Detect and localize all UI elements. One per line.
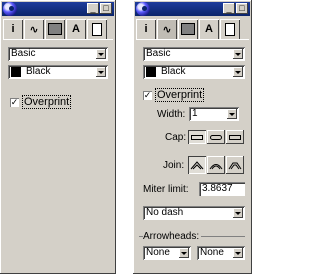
tab-stroke[interactable]: ∿: [157, 19, 177, 39]
tab-divider: [136, 39, 249, 40]
chevron-down-icon[interactable]: [233, 67, 243, 77]
stroke-icon: ∿: [29, 23, 39, 36]
cap-buttons: [188, 130, 244, 144]
tab-text[interactable]: A: [199, 19, 219, 39]
text-icon: A: [72, 23, 80, 35]
round-cap-button[interactable]: [207, 130, 225, 144]
overprint-checkbox[interactable]: ✓: [10, 97, 19, 107]
document-icon: [225, 22, 235, 36]
title-bar[interactable]: _ □: [135, 2, 250, 16]
miter-join-icon: [190, 161, 204, 170]
tab-text[interactable]: A: [66, 19, 86, 39]
bevel-join-icon: [228, 162, 242, 170]
tab-document[interactable]: [220, 19, 240, 39]
join-label: Join:: [163, 160, 185, 171]
chevron-down-icon[interactable]: [227, 109, 237, 119]
miter-limit-field[interactable]: 3.8637: [199, 182, 245, 196]
overprint-option[interactable]: ✓ Overprint: [10, 95, 72, 109]
arrow-start-value: None: [146, 247, 170, 258]
color-dropdown[interactable]: Black: [143, 65, 245, 79]
dash-value: No dash: [146, 207, 184, 218]
inspector-panel-left: _ □ i ∿ A Basic Black ✓ Overprint: [0, 0, 116, 274]
minimize-button[interactable]: _: [223, 3, 235, 14]
chevron-down-icon[interactable]: [96, 49, 106, 59]
color-swatch: [11, 67, 21, 77]
chevron-down-icon[interactable]: [233, 248, 243, 258]
color-dropdown[interactable]: Black: [8, 65, 108, 79]
fill-icon: [48, 23, 62, 35]
color-value: Black: [161, 66, 186, 77]
document-icon: [92, 22, 102, 36]
tab-bar: i ∿ A: [3, 19, 108, 39]
info-icon: i: [11, 23, 15, 35]
color-swatch: [146, 67, 156, 77]
title-bar[interactable]: _ □: [2, 2, 114, 16]
tab-bar: i ∿ A: [136, 19, 241, 39]
cap-label: Cap:: [165, 132, 187, 143]
preset-dropdown[interactable]: Basic: [143, 47, 245, 61]
overprint-option[interactable]: ✓ Overprint: [143, 88, 205, 102]
miter-join-button[interactable]: [188, 156, 206, 174]
tab-object-info[interactable]: i: [136, 19, 156, 39]
tab-document[interactable]: [87, 19, 107, 39]
arrowheads-label: Arrowheads:: [143, 231, 202, 242]
width-dropdown[interactable]: 1: [189, 107, 239, 121]
join-buttons: [188, 156, 244, 174]
chevron-down-icon[interactable]: [96, 67, 106, 77]
miter-limit-label: Miter limit:: [143, 184, 189, 195]
width-label: Width:: [157, 109, 186, 120]
minimize-button[interactable]: _: [87, 3, 99, 14]
maximize-button[interactable]: □: [236, 3, 248, 14]
overprint-checkbox[interactable]: ✓: [143, 90, 152, 100]
text-icon: A: [205, 23, 213, 35]
round-join-button[interactable]: [207, 156, 225, 174]
width-value: 1: [192, 108, 198, 119]
tab-object-info[interactable]: i: [3, 19, 23, 39]
butt-cap-icon: [191, 134, 203, 140]
fill-icon: [181, 23, 195, 35]
preset-value: Basic: [11, 48, 36, 59]
dash-dropdown[interactable]: No dash: [143, 206, 245, 220]
tab-stroke[interactable]: ∿: [24, 19, 44, 39]
maximize-button[interactable]: □: [100, 3, 112, 14]
tab-fill[interactable]: [45, 19, 65, 39]
round-join-icon: [209, 164, 223, 170]
stroke-icon: ∿: [162, 23, 172, 36]
square-cap-icon: [229, 134, 241, 140]
globe-icon[interactable]: [136, 2, 150, 16]
square-cap-button[interactable]: [226, 130, 244, 144]
preset-value: Basic: [146, 48, 171, 59]
bevel-join-button[interactable]: [226, 156, 244, 174]
chevron-down-icon[interactable]: [179, 248, 189, 258]
tab-fill[interactable]: [178, 19, 198, 39]
tab-divider: [3, 39, 113, 40]
overprint-label: Overprint: [154, 88, 205, 102]
preset-dropdown[interactable]: Basic: [8, 47, 108, 61]
info-icon: i: [144, 23, 148, 35]
chevron-down-icon[interactable]: [233, 208, 243, 218]
arrow-end-dropdown[interactable]: None: [197, 246, 245, 260]
inspector-panel-right: _ □ i ∿ A Basic Black ✓ Overprint Width:…: [133, 0, 252, 274]
chevron-down-icon[interactable]: [233, 49, 243, 59]
arrow-start-dropdown[interactable]: None: [143, 246, 191, 260]
color-value: Black: [26, 66, 51, 77]
overprint-label: Overprint: [21, 95, 72, 109]
round-cap-icon: [210, 134, 222, 140]
globe-icon[interactable]: [3, 2, 17, 16]
arrow-end-value: None: [200, 247, 224, 258]
butt-cap-button[interactable]: [188, 130, 206, 144]
